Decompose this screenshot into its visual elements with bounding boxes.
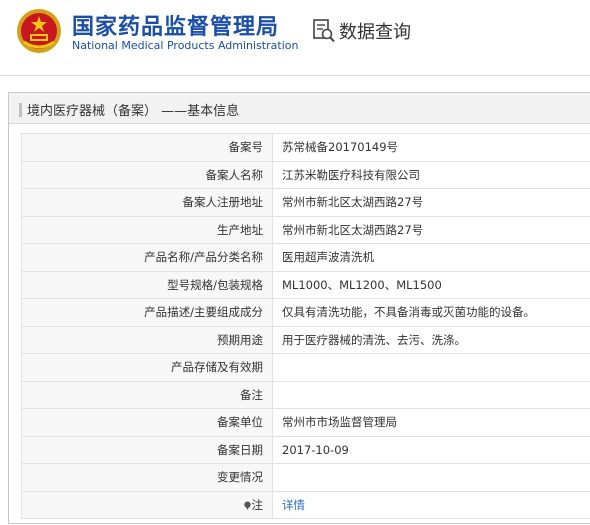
field-value xyxy=(272,463,590,492)
field-label: 预期用途 xyxy=(21,325,273,354)
national-emblem-icon xyxy=(17,9,61,53)
field-label: 注 xyxy=(251,497,264,512)
field-value xyxy=(272,353,590,382)
site-header: 国家药品监督管理局 National Medical Products Admi… xyxy=(0,0,590,76)
info-panel: 境内医疗器械（备案） ——基本信息 备案号 苏常械备20170149号 备案人名… xyxy=(8,92,590,524)
field-value: 2017-10-09 xyxy=(272,435,590,464)
data-query-link[interactable]: 数据查询 xyxy=(312,18,411,44)
panel-title-bar: 境内医疗器械（备案） ——基本信息 xyxy=(9,93,590,124)
details-link[interactable]: 详情 xyxy=(282,498,305,512)
field-label: 备案日期 xyxy=(21,435,273,464)
field-label: 生产地址 xyxy=(21,215,273,244)
table-row: 预期用途 用于医疗器械的清洗、去污、洗涤。 xyxy=(21,325,590,354)
field-label: 产品名称/产品分类名称 xyxy=(21,243,273,272)
basic-info-table: 备案号 苏常械备20170149号 备案人名称 江苏米勒医疗科技有限公司 备案人… xyxy=(21,133,590,519)
table-row: 产品描述/主要组成成分 仅具有清洗功能，不具备消毒或灭菌功能的设备。 xyxy=(21,298,590,327)
search-document-icon xyxy=(313,19,335,43)
title-accent-bar xyxy=(19,103,22,117)
panel-title: 境内医疗器械（备案） ——基本信息 xyxy=(27,104,240,119)
header-divider xyxy=(0,75,590,76)
field-label: 备案人注册地址 xyxy=(21,188,273,217)
table-row: 生产地址 常州市新北区太湖西路27号 xyxy=(21,215,590,244)
field-label: 备案号 xyxy=(21,133,273,162)
field-value: 医用超声波清洗机 xyxy=(272,243,590,272)
table-row: 备注 xyxy=(21,380,590,409)
pin-icon xyxy=(243,501,251,510)
table-row: 备案号 苏常械备20170149号 xyxy=(21,133,590,162)
field-value: ML1000、ML1200、ML1500 xyxy=(272,270,590,299)
field-value: 常州市市场监督管理局 xyxy=(272,408,590,437)
table-row: 备案日期 2017-10-09 xyxy=(21,435,590,464)
data-query-label: 数据查询 xyxy=(339,22,411,43)
field-label: 备案人名称 xyxy=(21,160,273,189)
field-label: 产品描述/主要组成成分 xyxy=(21,298,273,327)
field-value: 用于医疗器械的清洗、去污、洗涤。 xyxy=(272,325,590,354)
table-row: 注 详情 xyxy=(21,490,590,519)
field-label: 型号规格/包装规格 xyxy=(21,270,273,299)
table-row: 型号规格/包装规格 ML1000、ML1200、ML1500 xyxy=(21,270,590,299)
field-value: 江苏米勒医疗科技有限公司 xyxy=(272,160,590,189)
field-value xyxy=(272,380,590,409)
field-value: 常州市新北区太湖西路27号 xyxy=(272,215,590,244)
table-row: 备案人注册地址 常州市新北区太湖西路27号 xyxy=(21,188,590,217)
table-row: 变更情况 xyxy=(21,463,590,492)
table-row: 产品名称/产品分类名称 医用超声波清洗机 xyxy=(21,243,590,272)
field-label: 备案单位 xyxy=(21,408,273,437)
table-row: 产品存储及有效期 xyxy=(21,353,590,382)
field-value: 仅具有清洗功能，不具备消毒或灭菌功能的设备。 xyxy=(272,298,590,327)
table-row: 备案单位 常州市市场监督管理局 xyxy=(21,408,590,437)
field-value: 苏常械备20170149号 xyxy=(272,133,590,162)
field-value: 常州市新北区太湖西路27号 xyxy=(272,188,590,217)
field-label: 产品存储及有效期 xyxy=(21,353,273,382)
agency-name-en: National Medical Products Administration xyxy=(72,39,299,52)
agency-name-cn: 国家药品监督管理局 xyxy=(72,15,280,40)
field-label: 变更情况 xyxy=(21,463,273,492)
field-label: 备注 xyxy=(21,380,273,409)
table-row: 备案人名称 江苏米勒医疗科技有限公司 xyxy=(21,160,590,189)
